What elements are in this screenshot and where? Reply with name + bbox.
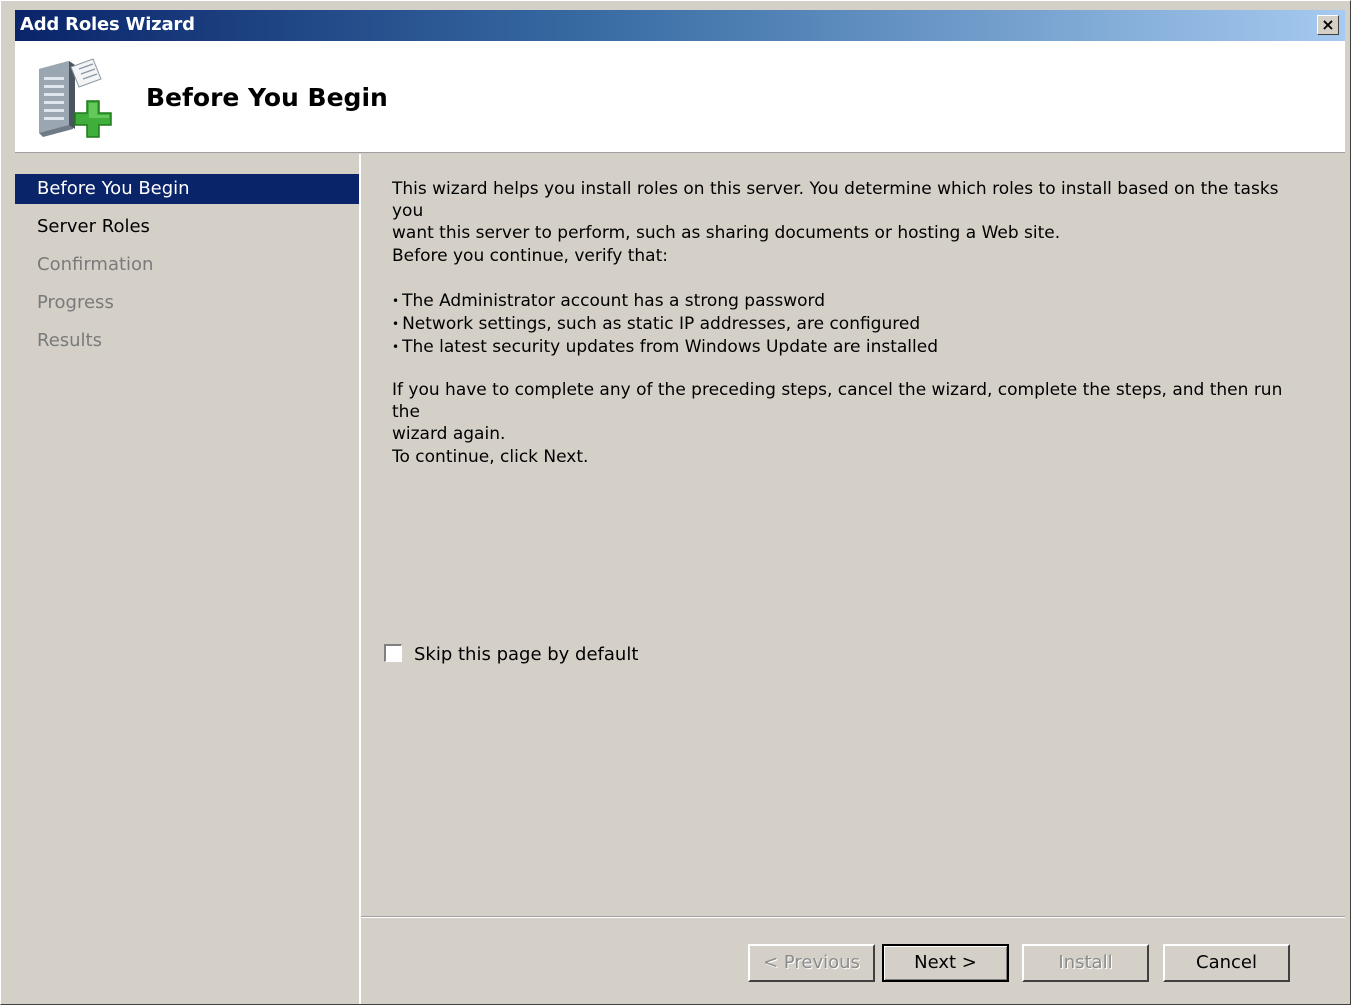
preceding-line-1: If you have to complete any of the prece… [392,380,1283,422]
next-button[interactable]: Next > [882,944,1009,982]
skip-page-label[interactable]: Skip this page by default [414,644,638,665]
list-item: The Administrator account has a strong p… [392,290,1312,313]
continue-text: To continue, click Next. [392,447,589,467]
intro-line-2: want this server to perform, such as sha… [392,223,1061,243]
wizard-content: This wizard helps you install roles on t… [361,154,1345,916]
step-server-roles[interactable]: Server Roles [15,212,359,242]
add-roles-wizard-window: Add Roles Wizard × Before You Begin Befo… [0,0,1351,1005]
close-button[interactable]: × [1317,15,1339,35]
requirements-list: The Administrator account has a strong p… [392,290,1312,359]
wizard-footer: < Previous Next > Install Cancel [361,916,1345,1004]
wizard-header: Before You Begin [15,41,1345,153]
window-title: Add Roles Wizard [20,14,195,35]
install-button[interactable]: Install [1022,944,1149,982]
step-confirmation: Confirmation [37,254,154,275]
step-progress: Progress [37,292,114,313]
server-roles-wizard-icon [39,58,112,138]
skip-page-checkbox[interactable] [384,644,402,662]
verify-text: Before you continue, verify that: [392,246,668,266]
preceding-line-2: wizard again. [392,424,506,444]
step-results: Results [37,330,102,351]
preceding-steps-text: If you have to complete any of the prece… [392,379,1312,445]
title-bar[interactable]: Add Roles Wizard × [15,10,1345,41]
intro-line-1: This wizard helps you install roles on t… [392,179,1279,221]
skip-page-option[interactable]: Skip this page by default [384,643,638,667]
page-title: Before You Begin [146,83,388,112]
intro-text: This wizard helps you install roles on t… [392,178,1312,244]
wizard-steps-sidebar: Before You Begin Server Roles Confirmati… [15,154,361,1004]
close-icon: × [1321,15,1335,34]
previous-button[interactable]: < Previous [748,944,875,982]
step-before-you-begin[interactable]: Before You Begin [15,174,359,204]
list-item: Network settings, such as static IP addr… [392,313,1312,336]
list-item: The latest security updates from Windows… [392,336,1312,359]
cancel-button[interactable]: Cancel [1163,944,1290,982]
